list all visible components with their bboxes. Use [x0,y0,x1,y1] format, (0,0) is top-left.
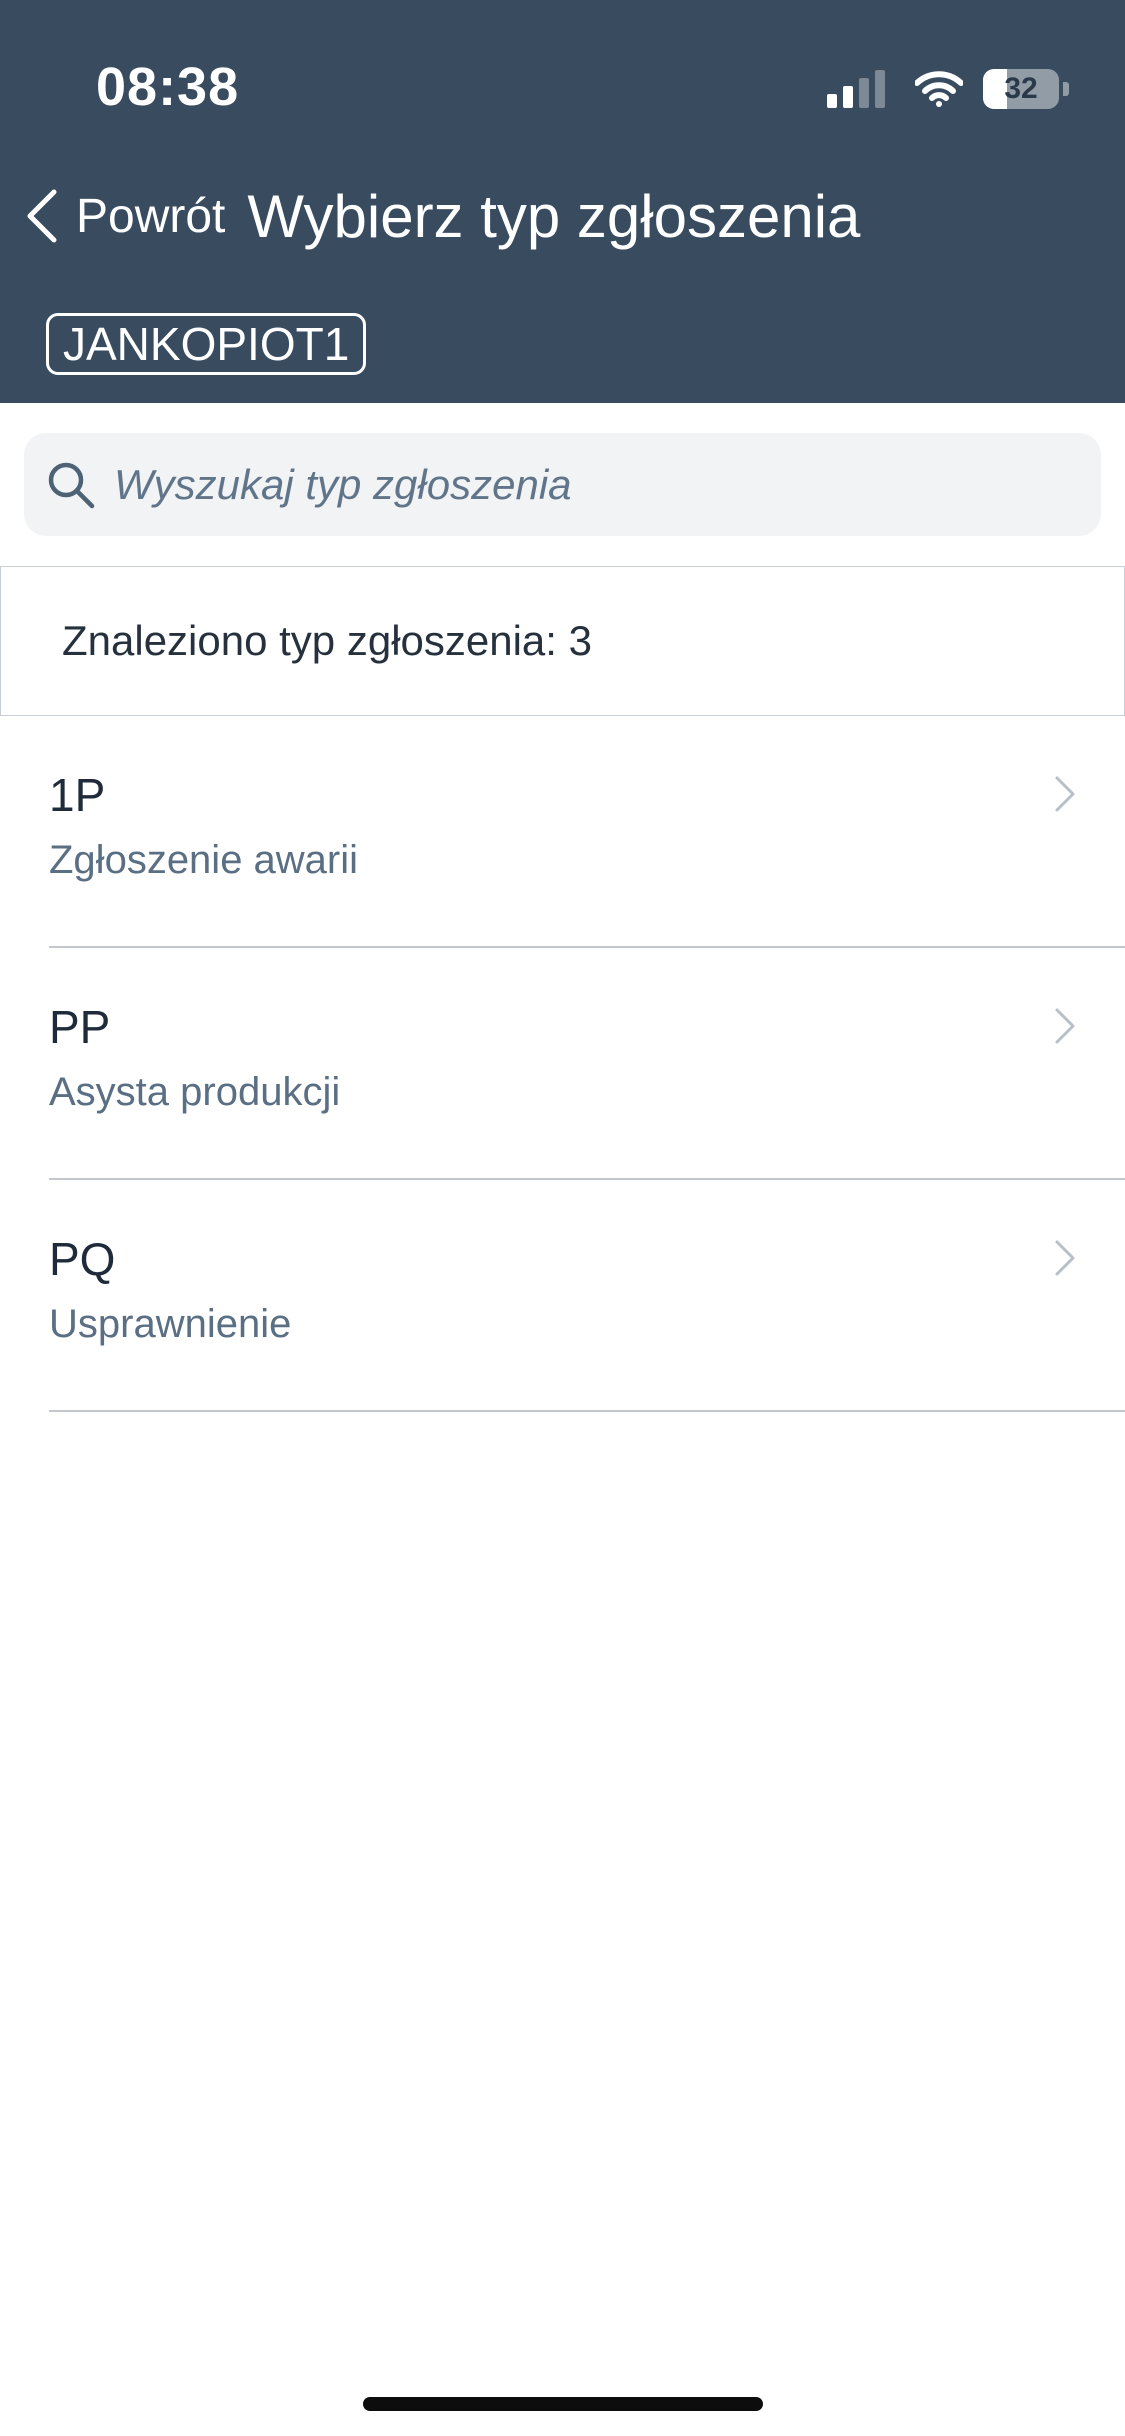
page-title: Wybierz typ zgłoszenia [247,182,861,250]
divider [49,1410,1125,1412]
results-count-label: Znaleziono typ zgłoszenia: 3 [62,617,592,664]
chevron-left-icon [27,189,57,243]
back-button[interactable]: Powrót [24,188,225,244]
item-description: Asysta produkcji [49,1070,341,1114]
home-indicator [363,2397,763,2411]
list-item-pp[interactable]: PP Asysta produkcji [0,948,1125,1180]
list-item-pq[interactable]: PQ Usprawnienie [0,1180,1125,1412]
item-code: 1P [49,769,106,821]
chevron-right-icon [1055,1008,1075,1044]
results-summary: Znaleziono typ zgłoszenia: 3 [0,566,1125,716]
back-label: Powrót [76,189,226,243]
item-description: Zgłoszenie awarii [49,838,359,882]
item-description: Usprawnienie [49,1302,292,1346]
search-bar[interactable] [24,433,1101,536]
app-header: 08:38 32 Powrót Wybierz typ zgłoszenia J… [0,0,1125,403]
item-code: PP [49,1001,111,1053]
chevron-right-icon [1055,1240,1075,1276]
battery-tip [1063,82,1069,96]
chevron-right-icon [1055,776,1075,812]
status-time: 08:38 [96,57,240,117]
search-input[interactable] [114,460,1101,509]
status-icons: 32 [827,66,1069,112]
battery-icon: 32 [983,69,1059,109]
signal-icon [827,70,891,108]
battery-level: 32 [1004,72,1038,105]
request-type-list: 1P Zgłoszenie awarii PP Asysta produkcji… [0,716,1125,1412]
search-icon [48,462,95,508]
list-item-1p[interactable]: 1P Zgłoszenie awarii [0,716,1125,948]
navigation-bar: Powrót Wybierz typ zgłoszenia [24,176,860,256]
user-badge: JANKOPIOT1 [46,313,367,375]
wifi-icon [915,71,963,107]
item-code: PQ [49,1233,116,1285]
